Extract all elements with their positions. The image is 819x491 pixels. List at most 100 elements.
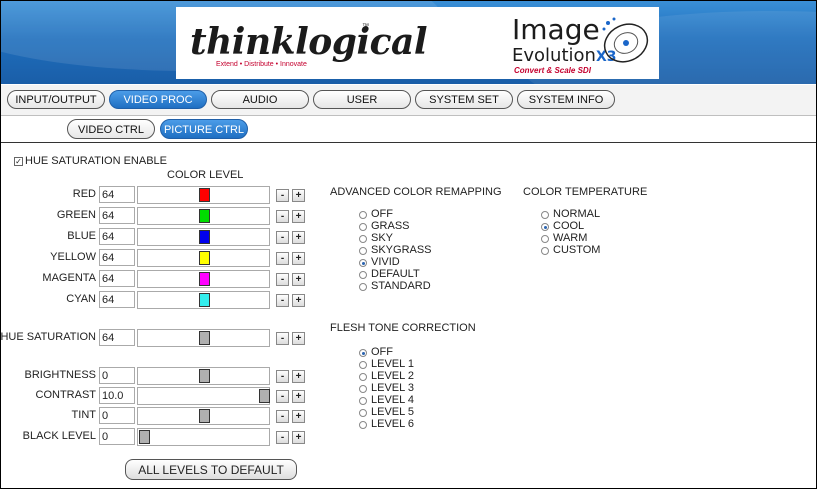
level-label: RED — [72, 188, 96, 200]
decrement-button[interactable]: - — [276, 189, 289, 202]
decrement-button[interactable]: - — [276, 390, 289, 403]
slider-thumb[interactable] — [139, 430, 150, 444]
decrement-button[interactable]: - — [276, 231, 289, 244]
radio-off[interactable] — [359, 349, 367, 357]
slider-thumb[interactable] — [199, 369, 210, 383]
radio-label: LEVEL 2 — [371, 370, 415, 382]
level-slider[interactable] — [137, 428, 270, 446]
radio-default[interactable] — [359, 271, 367, 279]
slider-thumb[interactable] — [259, 389, 270, 403]
increment-button[interactable]: + — [292, 210, 305, 223]
increment-button[interactable]: + — [292, 370, 305, 383]
level-slider[interactable] — [137, 387, 270, 405]
radio-vivid[interactable] — [359, 259, 367, 267]
hue-saturation-enable-checkbox[interactable]: ✓ — [14, 157, 23, 166]
color-level-header: COLOR LEVEL — [167, 169, 244, 181]
decrement-button[interactable]: - — [276, 273, 289, 286]
level-slider[interactable] — [137, 329, 270, 347]
level-slider[interactable] — [137, 407, 270, 425]
subtab-video-ctrl[interactable]: VIDEO CTRL — [67, 119, 155, 139]
level-value-input[interactable]: 10.0 — [99, 387, 135, 404]
radio-grass[interactable] — [359, 223, 367, 231]
increment-button[interactable]: + — [292, 332, 305, 345]
level-value-input[interactable]: 64 — [99, 329, 135, 346]
slider-thumb[interactable] — [199, 209, 210, 223]
level-label: BLACK LEVEL — [22, 430, 96, 442]
decrement-button[interactable]: - — [276, 210, 289, 223]
radio-sky[interactable] — [359, 235, 367, 243]
tab-input-output[interactable]: INPUT/OUTPUT — [7, 90, 105, 109]
radio-level-1[interactable] — [359, 361, 367, 369]
radio-normal[interactable] — [541, 211, 549, 219]
tab-system-info[interactable]: SYSTEM INFO — [517, 90, 615, 109]
decrement-button[interactable]: - — [276, 332, 289, 345]
tab-system-set[interactable]: SYSTEM SET — [415, 90, 513, 109]
radio-level-6[interactable] — [359, 421, 367, 429]
slider-thumb[interactable] — [199, 272, 210, 286]
radio-label: LEVEL 1 — [371, 358, 415, 370]
radio-cool[interactable] — [541, 223, 549, 231]
slider-thumb[interactable] — [199, 188, 210, 202]
level-label: BRIGHTNESS — [24, 369, 96, 381]
tab-user[interactable]: USER — [313, 90, 411, 109]
increment-button[interactable]: + — [292, 189, 305, 202]
radio-label: OFF — [371, 346, 393, 358]
level-label: MAGENTA — [42, 272, 96, 284]
decrement-button[interactable]: - — [276, 410, 289, 423]
radio-level-3[interactable] — [359, 385, 367, 393]
tab-audio[interactable]: AUDIO — [211, 90, 309, 109]
level-slider[interactable] — [137, 367, 270, 385]
level-slider[interactable] — [137, 186, 270, 204]
level-value-input[interactable]: 64 — [99, 270, 135, 287]
radio-label: LEVEL 6 — [371, 418, 415, 430]
level-value-input[interactable]: 64 — [99, 291, 135, 308]
radio-warm[interactable] — [541, 235, 549, 243]
decrement-button[interactable]: - — [276, 252, 289, 265]
product-subtitle: Convert & Scale SDI — [514, 66, 591, 75]
level-value-input[interactable]: 0 — [99, 407, 135, 424]
increment-button[interactable]: + — [292, 252, 305, 265]
level-value-input[interactable]: 64 — [99, 249, 135, 266]
slider-thumb[interactable] — [199, 293, 210, 307]
level-slider[interactable] — [137, 249, 270, 267]
radio-label: CUSTOM — [553, 244, 601, 256]
level-value-input[interactable]: 64 — [99, 228, 135, 245]
increment-button[interactable]: + — [292, 231, 305, 244]
all-levels-default-button[interactable]: ALL LEVELS TO DEFAULT — [125, 459, 297, 480]
increment-button[interactable]: + — [292, 294, 305, 307]
radio-level-2[interactable] — [359, 373, 367, 381]
slider-thumb[interactable] — [199, 331, 210, 345]
radio-level-5[interactable] — [359, 409, 367, 417]
radio-skygrass[interactable] — [359, 247, 367, 255]
level-slider[interactable] — [137, 228, 270, 246]
logo-box: thinklogical ™ Extend • Distribute • Inn… — [176, 7, 659, 79]
level-label: CONTRAST — [35, 389, 97, 401]
radio-label: DEFAULT — [371, 268, 420, 280]
increment-button[interactable]: + — [292, 410, 305, 423]
level-slider[interactable] — [137, 207, 270, 225]
increment-button[interactable]: + — [292, 273, 305, 286]
radio-off[interactable] — [359, 211, 367, 219]
level-value-input[interactable]: 64 — [99, 186, 135, 203]
subtab-picture-ctrl[interactable]: PICTURE CTRL — [160, 119, 248, 139]
level-value-input[interactable]: 0 — [99, 367, 135, 384]
radio-standard[interactable] — [359, 283, 367, 291]
radio-level-4[interactable] — [359, 397, 367, 405]
decrement-button[interactable]: - — [276, 370, 289, 383]
level-value-input[interactable]: 64 — [99, 207, 135, 224]
decrement-button[interactable]: - — [276, 294, 289, 307]
radio-custom[interactable] — [541, 247, 549, 255]
level-slider[interactable] — [137, 270, 270, 288]
level-value-input[interactable]: 0 — [99, 428, 135, 445]
tab-video-proc[interactable]: VIDEO PROC — [109, 90, 207, 109]
radio-label: LEVEL 4 — [371, 394, 415, 406]
radio-label: OFF — [371, 208, 393, 220]
level-label: HUE SATURATION — [0, 331, 96, 343]
slider-thumb[interactable] — [199, 230, 210, 244]
decrement-button[interactable]: - — [276, 431, 289, 444]
slider-thumb[interactable] — [199, 409, 210, 423]
slider-thumb[interactable] — [199, 251, 210, 265]
increment-button[interactable]: + — [292, 390, 305, 403]
increment-button[interactable]: + — [292, 431, 305, 444]
level-slider[interactable] — [137, 291, 270, 309]
